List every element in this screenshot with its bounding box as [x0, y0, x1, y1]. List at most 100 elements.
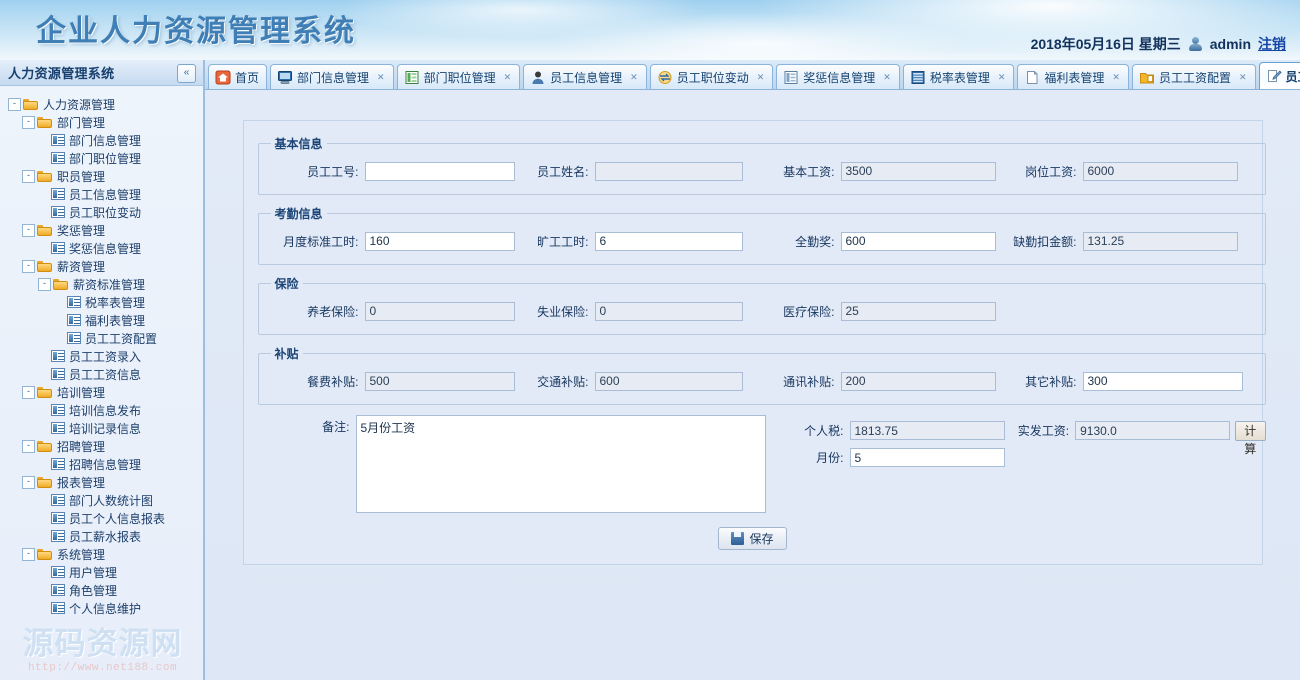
tab-employee-position-change[interactable]: 员工职位变动 ✕: [649, 64, 774, 89]
standard-hours-input[interactable]: [364, 231, 515, 251]
month-input[interactable]: [849, 448, 1005, 467]
communication-subsidy-input[interactable]: [840, 371, 996, 391]
tree-expander-icon[interactable]: -: [22, 475, 35, 489]
tree-leaf-node[interactable]: 员工工资信息: [6, 365, 203, 383]
tree-folder-node[interactable]: - 人力资源管理: [6, 95, 203, 113]
field-post-salary: 岗位工资:: [1007, 161, 1257, 181]
sidebar-collapse-button[interactable]: «: [177, 64, 196, 83]
tab-reward-punishment-info[interactable]: 奖惩信息管理 ✕: [776, 64, 900, 89]
folder-icon: [37, 260, 53, 273]
other-subsidy-input[interactable]: [1082, 371, 1243, 391]
meal-subsidy-input[interactable]: [364, 371, 515, 391]
tree-folder-node[interactable]: - 部门管理: [6, 113, 203, 131]
tree-expander-icon[interactable]: -: [22, 115, 35, 129]
tab-close-icon[interactable]: ✕: [756, 72, 766, 83]
unemployment-insurance-input[interactable]: [594, 301, 743, 321]
tree-expander-icon[interactable]: -: [38, 277, 51, 291]
tree-leaf-node[interactable]: 福利表管理: [6, 311, 203, 329]
tree-folder-node[interactable]: - 培训管理: [6, 383, 203, 401]
tab-label: 奖惩信息管理: [803, 70, 876, 85]
tree-folder-node[interactable]: - 招聘管理: [6, 437, 203, 455]
tree-leaf-node[interactable]: 角色管理: [6, 581, 203, 599]
tree-leaf-node[interactable]: 税率表管理: [6, 293, 203, 311]
remark-textarea[interactable]: 5月份工资: [355, 415, 766, 513]
tab-employee-info[interactable]: 员工信息管理 ✕: [523, 64, 647, 89]
field-meal-subsidy: 餐费补贴:: [267, 371, 517, 391]
attendance-bonus-input[interactable]: [840, 231, 996, 251]
tab-home[interactable]: 首页: [208, 64, 268, 89]
save-button[interactable]: 保存: [718, 527, 787, 550]
employee-no-input[interactable]: [364, 161, 515, 181]
tree-leaf-node[interactable]: 员工个人信息报表: [6, 509, 203, 527]
absent-hours-input[interactable]: [594, 231, 743, 251]
calculate-button[interactable]: 计算: [1235, 420, 1266, 456]
page-title: 企业人力资源管理系统: [36, 14, 356, 49]
tree-leaf-node[interactable]: 奖惩信息管理: [6, 239, 203, 257]
tab-close-icon[interactable]: ✕: [376, 72, 386, 83]
tree-leaf-node[interactable]: 部门信息管理: [6, 131, 203, 149]
menu-item-icon: [51, 566, 65, 578]
tree-leaf-node[interactable]: 员工工资录入: [6, 347, 203, 365]
folder-icon: [37, 170, 53, 183]
tab-department-position[interactable]: 部门职位管理 ✕: [396, 64, 521, 89]
base-salary-input[interactable]: [840, 161, 996, 181]
transport-subsidy-input[interactable]: [594, 371, 743, 391]
tab-close-icon[interactable]: ✕: [1111, 72, 1121, 83]
net-salary-input[interactable]: [1075, 421, 1231, 440]
tree-node-label: 部门管理: [57, 115, 106, 130]
tab-salary-entry[interactable]: 员工工资录入 ✕: [1258, 62, 1300, 89]
tree-expander-icon[interactable]: -: [8, 97, 21, 111]
post-salary-input[interactable]: [1082, 161, 1238, 181]
tab-tax-table[interactable]: 税率表管理 ✕: [902, 64, 1015, 89]
tree-node-label: 薪资管理: [57, 259, 106, 274]
field-remark: 备注: 5月份工资: [258, 415, 766, 513]
absence-deduction-input[interactable]: [1082, 231, 1238, 251]
tree-node-label: 部门信息管理: [69, 133, 142, 148]
tab-welfare-table[interactable]: 福利表管理 ✕: [1017, 64, 1129, 89]
tree-folder-node[interactable]: - 系统管理: [6, 545, 203, 563]
tab-department-info[interactable]: 部门信息管理 ✕: [270, 64, 394, 89]
tab-close-icon[interactable]: ✕: [629, 72, 639, 83]
tree-expander-icon[interactable]: -: [22, 385, 35, 399]
medical-insurance-input[interactable]: [840, 301, 996, 321]
field-unemployment-insurance: 失业保险:: [517, 301, 757, 321]
tree-leaf-node[interactable]: 培训记录信息: [6, 419, 203, 437]
logout-link[interactable]: 注销: [1258, 34, 1286, 54]
tree-leaf-node[interactable]: 培训信息发布: [6, 401, 203, 419]
tree-leaf-node[interactable]: 部门人数统计图: [6, 491, 203, 509]
tree-leaf-node[interactable]: 个人信息维护: [6, 599, 203, 617]
tree-leaf-node[interactable]: 员工薪水报表: [6, 527, 203, 545]
tree-leaf-node[interactable]: 用户管理: [6, 563, 203, 581]
tree-expander-icon[interactable]: -: [22, 547, 35, 561]
field-label: 缺勤扣金额:: [1013, 234, 1077, 249]
employee-name-input[interactable]: [594, 161, 743, 181]
tree-leaf-node[interactable]: 招聘信息管理: [6, 455, 203, 473]
tab-close-icon[interactable]: ✕: [997, 72, 1007, 83]
tree-expander-icon[interactable]: -: [22, 169, 35, 183]
tree-folder-node[interactable]: - 职员管理: [6, 167, 203, 185]
tree-folder-node[interactable]: - 薪资管理: [6, 257, 203, 275]
tree-folder-node[interactable]: - 报表管理: [6, 473, 203, 491]
tree-leaf-node[interactable]: 员工信息管理: [6, 185, 203, 203]
tab-close-icon[interactable]: ✕: [1238, 72, 1248, 83]
tab-close-icon[interactable]: ✕: [882, 72, 892, 83]
tree-expander-icon[interactable]: -: [22, 259, 35, 273]
tab-salary-config[interactable]: 员工工资配置 ✕: [1131, 64, 1256, 89]
tree-leaf-node[interactable]: 员工工资配置: [6, 329, 203, 347]
tree-folder-node[interactable]: - 奖惩管理: [6, 221, 203, 239]
tree-expander-icon[interactable]: -: [22, 439, 35, 453]
tree-leaf-node[interactable]: 部门职位管理: [6, 149, 203, 167]
tab-close-icon[interactable]: ✕: [503, 72, 513, 83]
tree-folder-node[interactable]: - 薪资标准管理: [6, 275, 203, 293]
list-icon: [783, 70, 799, 85]
tree-leaf-node[interactable]: 员工职位变动: [6, 203, 203, 221]
personal-tax-input[interactable]: [849, 421, 1005, 440]
pension-insurance-input[interactable]: [364, 301, 515, 321]
field-attendance-bonus: 全勤奖:: [757, 231, 1007, 251]
tab-label: 福利表管理: [1044, 70, 1105, 85]
tab-label: 首页: [235, 70, 260, 85]
tree-expander-icon[interactable]: -: [22, 223, 35, 237]
